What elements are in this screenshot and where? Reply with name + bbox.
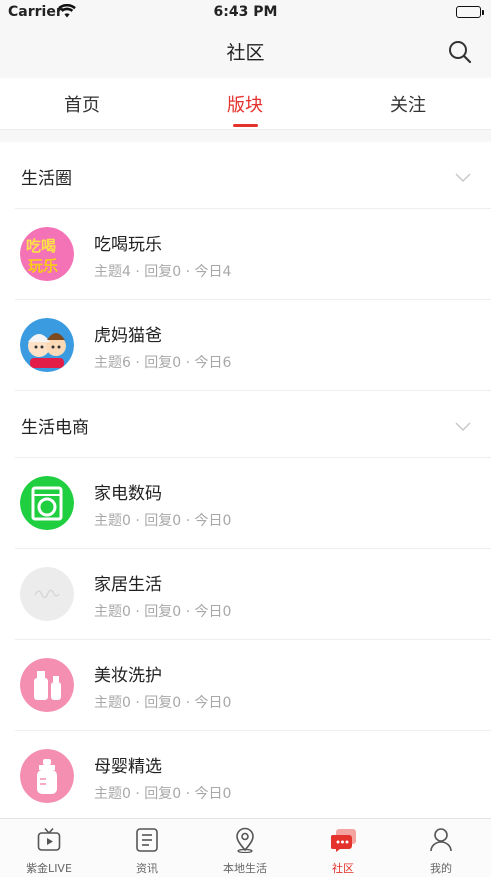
forum-name: 虎妈猫爸	[94, 326, 162, 346]
active-tab-indicator	[233, 124, 258, 127]
forum-name: 吃喝玩乐	[94, 235, 162, 255]
section-header-life-circle[interactable]: 生活圈	[0, 142, 491, 208]
nav-bar: 社区	[0, 26, 491, 78]
tab-bar-label: 我的	[430, 862, 452, 875]
tab-boards[interactable]: 版块	[185, 91, 305, 117]
section-title: 生活圈	[21, 169, 72, 189]
forum-avatar-beauty-bottles	[20, 658, 74, 712]
forum-row[interactable]: 虎妈猫爸 主题6 · 回复0 · 今日6	[0, 300, 491, 391]
bottom-tab-bar: 紫金LIVE 资讯 本地生活 社区 我的	[0, 818, 491, 877]
battery-icon	[456, 6, 484, 18]
section-header-ecommerce[interactable]: 生活电商	[0, 391, 491, 457]
top-tabs: 首页 版块 关注	[0, 78, 491, 130]
tv-icon	[37, 827, 61, 853]
forum-name: 家居生活	[94, 575, 162, 595]
tab-bar-label: 本地生活	[223, 862, 267, 875]
tab-bar-item-community[interactable]: 社区	[294, 819, 392, 877]
forum-row[interactable]: 吃喝 玩乐 吃喝玩乐 主题4 · 回复0 · 今日4	[0, 209, 491, 300]
forum-name: 母婴精选	[94, 757, 162, 777]
chevron-down-icon[interactable]	[455, 168, 471, 183]
forum-stats: 主题6 · 回复0 · 今日6	[94, 355, 232, 371]
board-list: 生活圈 吃喝 玩乐 吃喝玩乐 主题4 · 回复0 · 今日4 虎妈猫爸 主题6 ·…	[0, 142, 491, 818]
svg-text:玩乐: 玩乐	[28, 257, 58, 275]
tab-bar-item-local-life[interactable]: 本地生活	[196, 819, 294, 877]
tab-bar-item-profile[interactable]: 我的	[392, 819, 490, 877]
page-title: 社区	[226, 42, 265, 64]
section-title: 生活电商	[21, 418, 89, 438]
search-icon[interactable]	[447, 39, 473, 65]
chat-icon	[330, 827, 356, 853]
tab-bar-item-live[interactable]: 紫金LIVE	[0, 819, 98, 877]
forum-avatar-baby-bottle	[20, 749, 74, 803]
tab-bar-label: 社区	[332, 862, 354, 875]
forum-row[interactable]: 母婴精选 主题0 · 回复0 · 今日0	[0, 731, 491, 818]
forum-stats: 主题0 · 回复0 · 今日0	[94, 604, 232, 620]
location-icon	[233, 827, 257, 854]
forum-row[interactable]: 家居生活 主题0 · 回复0 · 今日0	[0, 549, 491, 640]
forum-stats: 主题0 · 回复0 · 今日0	[94, 513, 232, 529]
tab-bar-label: 资讯	[136, 862, 158, 875]
forum-row[interactable]: 家电数码 主题0 · 回复0 · 今日0	[0, 458, 491, 549]
forum-stats: 主题0 · 回复0 · 今日0	[94, 786, 232, 802]
forum-name: 家电数码	[94, 484, 162, 504]
tab-bar-label: 紫金LIVE	[26, 862, 72, 875]
forum-row[interactable]: 美妆洗护 主题0 · 回复0 · 今日0	[0, 640, 491, 731]
forum-avatar-washing-machine	[20, 476, 74, 530]
forum-stats: 主题4 · 回复0 · 今日4	[94, 264, 232, 280]
forum-avatar-parents	[20, 318, 74, 372]
profile-icon	[429, 827, 453, 853]
forum-avatar-eat-drink: 吃喝 玩乐	[20, 227, 74, 281]
news-icon	[135, 827, 159, 853]
tab-bar-item-news[interactable]: 资讯	[98, 819, 196, 877]
forum-name: 美妆洗护	[94, 666, 162, 686]
tab-following[interactable]: 关注	[348, 91, 468, 117]
forum-stats: 主题0 · 回复0 · 今日0	[94, 695, 232, 711]
clock: 6:43 PM	[213, 4, 278, 20]
forum-avatar-home-living	[20, 567, 74, 621]
status-bar: Carrier 6:43 PM	[0, 0, 491, 26]
svg-text:吃喝: 吃喝	[26, 237, 56, 255]
chevron-down-icon[interactable]	[455, 417, 471, 432]
tab-home[interactable]: 首页	[22, 91, 142, 117]
